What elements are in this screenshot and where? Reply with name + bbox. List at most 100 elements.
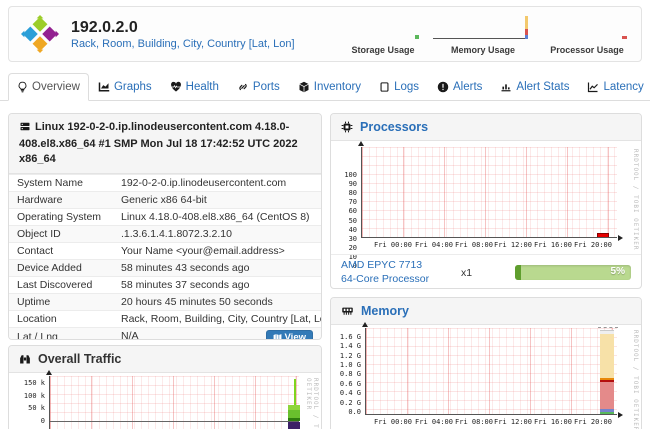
tab-latency[interactable]: Latency: [578, 73, 650, 101]
x-axis-arrow: [618, 412, 623, 418]
rrdtool-watermark: RRDTOOL / TOBI OETIKER: [305, 378, 319, 429]
memory-graph[interactable]: 1.6 G 1.4 G 1.2 G 1.0 G 0.8 G 0.6 G 0.4 …: [331, 325, 641, 429]
view-button-label: View: [285, 332, 306, 340]
y-tick: 0: [9, 417, 45, 425]
tab-alerts[interactable]: Alerts: [428, 73, 491, 101]
row-value: N/A View: [113, 327, 321, 340]
y-tick: 40: [331, 226, 357, 234]
row-label: Device Added: [9, 259, 113, 276]
device-location-link[interactable]: Rack, Room, Building, City, Country [Lat…: [71, 38, 295, 50]
x-tick: Fri 00:00: [371, 241, 415, 249]
system-info-panel: Linux 192-0-2-0.ip.linodeusercontent.com…: [8, 113, 322, 340]
area-chart-icon: [98, 81, 110, 93]
traffic-panel-header: Overall Traffic: [9, 346, 321, 373]
y-tick: 1.2 G: [331, 352, 361, 360]
memory-plot[interactable]: [365, 328, 617, 415]
cube-icon: [298, 81, 310, 93]
tab-ports[interactable]: Ports: [228, 73, 289, 101]
memory-panel-title: Memory: [361, 304, 409, 318]
y-tick: 0.8 G: [331, 370, 361, 378]
y-axis-arrow: [362, 322, 368, 327]
tab-inventory-label: Inventory: [314, 81, 361, 93]
memory-spike-yellow: [525, 16, 528, 29]
x-tick: Fri 12:00: [491, 241, 535, 249]
latlng-value: N/A: [121, 330, 139, 340]
system-attributes-table: System Name192-0-2-0.ip.linodeuserconten…: [9, 174, 321, 340]
processor-usage-minigraph[interactable]: Processor Usage: [545, 14, 629, 55]
y-tick: 60: [331, 207, 357, 215]
x-tick: Fri 16:00: [531, 418, 575, 426]
device-overview-page: 192.0.2.0 Rack, Room, Building, City, Co…: [0, 0, 650, 429]
tab-graphs-label: Graphs: [114, 81, 152, 93]
centos-logo-icon: [21, 15, 59, 53]
traffic-graph[interactable]: 150 k 100 k 50 k 0 RRDTOOL / TOBI OETIKE…: [9, 373, 321, 429]
processors-graph[interactable]: 100 90 80 70 60 50 40 30 20 10 0 Fri 00:…: [331, 141, 641, 254]
memory-usage-minigraph[interactable]: Memory Usage: [431, 14, 535, 55]
row-value: Generic x86 64-bit: [113, 191, 321, 208]
tab-health[interactable]: Health: [161, 73, 228, 101]
link-icon: [237, 81, 249, 93]
view-map-button[interactable]: View: [266, 330, 313, 340]
y-tick: 1.4 G: [331, 342, 361, 350]
memory-usage-label: Memory Usage: [451, 45, 515, 55]
y-tick: 20: [331, 244, 357, 252]
exclamation-circle-icon: [437, 81, 449, 93]
table-row: Object ID.1.3.6.1.4.1.8072.3.2.10: [9, 225, 321, 242]
row-label: Hardware: [9, 191, 113, 208]
mini-graphs: Storage Usage Memory Usage Processor Usa…: [345, 14, 629, 55]
x-tick: Fri 16:00: [531, 241, 575, 249]
y-tick: 0.0: [331, 408, 361, 416]
processors-plot[interactable]: [361, 147, 617, 238]
row-label: Object ID: [9, 225, 113, 242]
memory-total-dashed-line: [598, 327, 618, 328]
memory-seg-cached: [600, 334, 614, 378]
memory-seg-used: [600, 382, 614, 409]
tab-inventory[interactable]: Inventory: [289, 73, 370, 101]
rrdtool-watermark: RRDTOOL / TOBI OETIKER: [632, 330, 639, 429]
memory-usage-sparkline: [431, 14, 535, 44]
y-tick: 100: [331, 171, 357, 179]
device-header-card: 192.0.2.0 Rack, Room, Building, City, Co…: [8, 6, 642, 62]
y-axis-arrow: [46, 370, 52, 375]
memory-spike-blue: [525, 35, 528, 39]
storage-usage-minigraph[interactable]: Storage Usage: [345, 14, 421, 55]
lightbulb-icon: [17, 81, 28, 93]
y-tick: 150 k: [9, 379, 45, 387]
device-identity: 192.0.2.0 Rack, Room, Building, City, Co…: [71, 18, 295, 49]
processor-data-tick: [622, 36, 627, 39]
processors-panel-header: Processors: [331, 114, 641, 141]
microchip-icon: [341, 121, 353, 133]
cpu-model-link[interactable]: AMD EPYC 7713 64-Core Processor: [341, 259, 453, 286]
processors-panel: Processors 100 90 80 70 60 50 40 30 20 1…: [330, 113, 642, 289]
storage-data-tick: [415, 35, 419, 39]
y-tick: 80: [331, 189, 357, 197]
binoculars-icon: [19, 353, 31, 365]
row-label: Location: [9, 310, 113, 327]
tab-ports-label: Ports: [253, 81, 280, 93]
y-tick: 50: [331, 217, 357, 225]
table-row: Lat / Lng N/A View: [9, 327, 321, 340]
tab-overview[interactable]: Overview: [8, 73, 89, 101]
table-row: ContactYour Name <your@email.address>: [9, 242, 321, 259]
tab-graphs[interactable]: Graphs: [89, 73, 161, 101]
tab-logs[interactable]: Logs: [370, 73, 428, 101]
tab-alert-stats[interactable]: Alert Stats: [491, 73, 578, 101]
memory-baseline: [433, 38, 525, 39]
memory-panel-header: Memory: [331, 298, 641, 325]
row-label: Contact: [9, 242, 113, 259]
processor-usage-label: Processor Usage: [550, 45, 624, 55]
y-tick: 70: [331, 198, 357, 206]
x-axis-arrow: [618, 235, 623, 241]
tab-overview-label: Overview: [32, 81, 80, 93]
row-value: Your Name <your@email.address>: [113, 242, 321, 259]
traffic-plot[interactable]: [49, 376, 299, 429]
tab-health-label: Health: [186, 81, 219, 93]
tab-alerts-label: Alerts: [453, 81, 482, 93]
storage-usage-sparkline: [345, 14, 421, 44]
row-value: 58 minutes 37 seconds ago: [113, 276, 321, 293]
y-axis-arrow: [358, 141, 364, 146]
row-value: 20 hours 45 minutes 50 seconds: [113, 293, 321, 310]
processor-usage-sparkline: [545, 14, 629, 44]
y-tick: 1.6 G: [331, 333, 361, 341]
rrdtool-watermark: RRDTOOL / TOBI OETIKER: [632, 149, 639, 250]
